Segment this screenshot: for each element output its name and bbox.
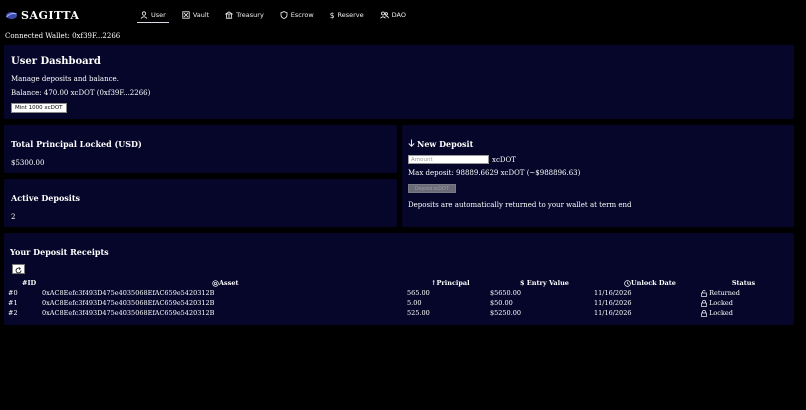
arrow-down-icon — [408, 139, 415, 149]
header-principal: ↑Principal — [407, 278, 490, 288]
unlock-icon — [701, 289, 707, 297]
table-row: #1 0xAC8Eefc3f493D475e4035068EfAC659e542… — [6, 298, 786, 308]
nav-item-treasury[interactable]: Treasury — [222, 7, 267, 23]
header-entry-value: $ Entry Value — [490, 278, 594, 288]
refresh-icon — [15, 262, 22, 277]
dashboard-subtitle: Manage deposits and balance. — [11, 75, 119, 83]
header-status: Status — [701, 278, 786, 288]
nav-label: Escrow — [290, 11, 314, 19]
active-deposits-card: Active Deposits 2 — [4, 179, 397, 227]
nav-item-dao[interactable]: DAO — [377, 7, 409, 23]
user-icon — [140, 10, 148, 19]
cell-status: Locked — [701, 298, 786, 308]
header-asset: Asset — [42, 278, 407, 288]
total-principal-title: Total Principal Locked (USD) — [11, 139, 142, 149]
nav-label: Treasury — [236, 11, 264, 19]
header-entry-label: Entry Value — [526, 279, 569, 287]
status-text: Locked — [709, 309, 733, 317]
mint-button[interactable]: Mint 1000 xcDOT — [11, 103, 67, 113]
header-status-label: Status — [731, 279, 756, 287]
header-asset-label: Asset — [219, 279, 239, 287]
dashboard-title: User Dashboard — [11, 56, 101, 67]
cell-id: #2 — [8, 309, 18, 317]
nav-item-vault[interactable]: Vault — [179, 7, 212, 23]
dollar-icon: $ — [329, 10, 335, 20]
cell-status: Locked — [701, 308, 786, 318]
refresh-button[interactable] — [12, 264, 25, 274]
cell-entry-value: $50.00 — [490, 299, 513, 307]
header-unlock-date: Unlock Date — [594, 278, 701, 288]
coin-icon — [212, 279, 219, 287]
table-header-row: #ID Asset ↑Principal $ Entry Value Unloc… — [6, 278, 786, 288]
cell-entry-value: $5650.00 — [490, 289, 522, 297]
total-principal-card: Total Principal Locked (USD) $5300.00 — [4, 125, 397, 173]
cell-id: #1 — [8, 299, 18, 307]
new-deposit-heading: New Deposit — [408, 139, 788, 149]
amount-input[interactable] — [408, 155, 489, 164]
main-nav: User Vault Treasury Escrow $ Reserve DAO — [137, 7, 409, 23]
sagitta-logo-icon — [6, 11, 17, 20]
nav-item-reserve[interactable]: $ Reserve — [327, 7, 367, 23]
brand[interactable]: SAGITTA — [6, 9, 79, 22]
connected-wallet: Connected Wallet: 0xf39F...2266 — [5, 32, 121, 40]
cell-asset: 0xAC8Eefc3f493D475e4035068EfAC659e542031… — [42, 299, 215, 307]
header-unlock-label: Unlock Date — [631, 279, 676, 287]
deposit-button[interactable]: Deposit xcDOT — [408, 184, 456, 193]
user-dashboard-card: User Dashboard Manage deposits and balan… — [4, 45, 794, 119]
table-row: #2 0xAC8Eefc3f493D475e4035068EfAC659e542… — [6, 308, 786, 318]
deposit-note: Deposits are automatically returned to y… — [408, 201, 632, 209]
cell-id: #0 — [8, 289, 18, 297]
brand-name: SAGITTA — [21, 9, 80, 22]
table-row: #0 0xAC8Eefc3f493D475e4035068EfAC659e542… — [6, 288, 786, 298]
nav-item-escrow[interactable]: Escrow — [277, 7, 317, 23]
cell-asset: 0xAC8Eefc3f493D475e4035068EfAC659e542031… — [42, 289, 215, 297]
nav-label: Reserve — [337, 11, 364, 19]
nav-label: DAO — [391, 11, 406, 19]
users-icon — [379, 11, 389, 19]
header-id: #ID — [6, 278, 42, 288]
cell-unlock-date: 11/16/2026 — [594, 289, 632, 297]
active-deposits-title: Active Deposits — [11, 193, 81, 203]
dollar-icon: $ — [520, 279, 527, 287]
cell-principal: 525.00 — [407, 309, 430, 317]
cell-principal: 565.00 — [407, 289, 430, 297]
nav-label: Vault — [192, 11, 210, 19]
clock-icon — [624, 279, 631, 287]
receipts-table: #ID Asset ↑Principal $ Entry Value Unloc… — [6, 278, 786, 318]
active-deposits-value: 2 — [11, 213, 16, 221]
cell-entry-value: $5250.00 — [490, 309, 522, 317]
header-id-label: ID — [27, 279, 37, 287]
receipts-title: Your Deposit Receipts — [10, 247, 109, 257]
treasury-icon — [225, 11, 234, 19]
new-deposit-card: New Deposit xcDOT Max deposit: 98889.662… — [402, 125, 794, 227]
nav-item-user[interactable]: User — [137, 7, 169, 23]
cell-asset: 0xAC8Eefc3f493D475e4035068EfAC659e542031… — [42, 309, 215, 317]
status-text: Returned — [709, 289, 740, 297]
amount-unit: xcDOT — [492, 155, 516, 164]
status-text: Locked — [709, 299, 733, 307]
header-principal-label: Principal — [436, 279, 470, 287]
shield-icon — [280, 11, 288, 19]
total-principal-value: $5300.00 — [11, 159, 45, 167]
lock-icon — [701, 309, 707, 317]
new-deposit-title: New Deposit — [417, 139, 474, 149]
max-deposit-text: Max deposit: 98889.6629 xcDOT (~$988896.… — [408, 169, 581, 177]
cell-principal: 5.00 — [407, 299, 422, 307]
lock-icon — [701, 299, 707, 307]
top-bar: SAGITTA User Vault Treasury Escrow $ Res… — [0, 0, 806, 30]
cell-status: Returned — [701, 288, 786, 298]
cell-unlock-date: 11/16/2026 — [594, 299, 632, 307]
nav-label: User — [151, 10, 166, 19]
vault-icon — [182, 11, 190, 19]
balance-text: Balance: 470.00 xcDOT (0xf39F...2266) — [11, 89, 151, 97]
cell-unlock-date: 11/16/2026 — [594, 309, 632, 317]
